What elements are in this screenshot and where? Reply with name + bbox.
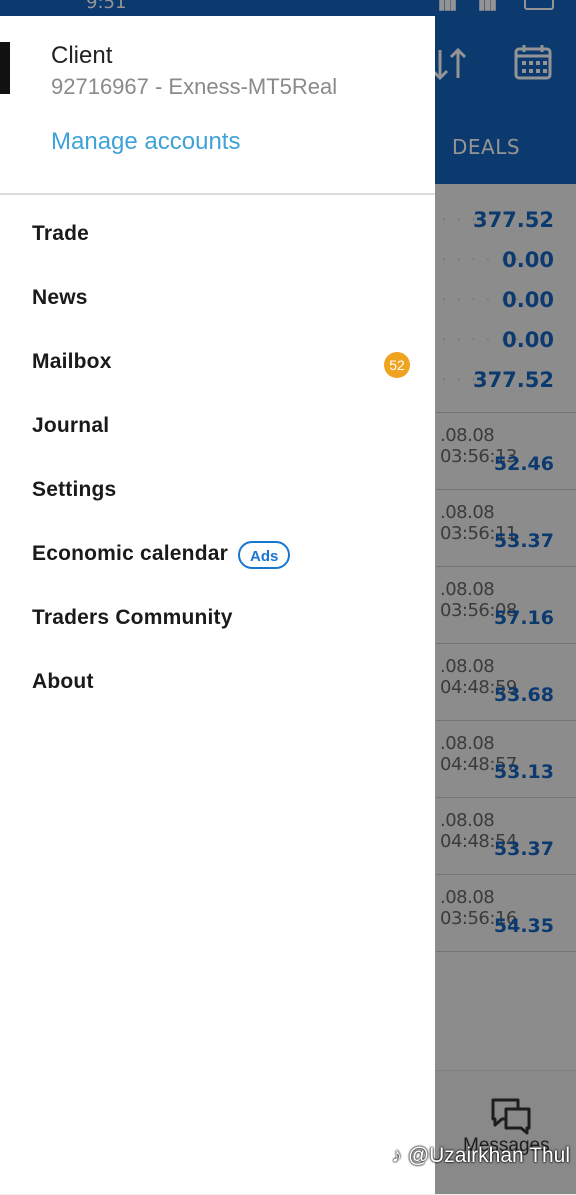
ads-tag: Ads <box>238 541 291 569</box>
menu-item-news[interactable]: News <box>0 270 435 330</box>
menu-item-trade[interactable]: Trade <box>0 206 435 266</box>
menu-item-label: Settings <box>32 478 117 501</box>
unread-count-badge: 52 <box>384 352 410 378</box>
menu-item-label: News <box>32 286 88 309</box>
navigation-drawer: Client 92716967 - Exness-MT5Real Manage … <box>0 16 435 1194</box>
menu-item-label: Mailbox <box>32 350 112 373</box>
account-name: Client <box>51 42 113 69</box>
account-number: 92716967 - Exness-MT5Real <box>51 74 338 99</box>
menu-item-traders-community[interactable]: Traders Community <box>0 590 435 650</box>
menu-item-label: Traders Community <box>32 606 233 629</box>
watermark: ♪ @Uzairkhan Thul <box>391 1144 570 1168</box>
divider <box>0 193 435 195</box>
menu-item-settings[interactable]: Settings <box>0 462 435 522</box>
menu-item-economic-calendar[interactable]: Economic calendar Ads <box>0 526 435 586</box>
avatar[interactable] <box>0 42 10 94</box>
tiktok-icon: ♪ <box>391 1144 402 1167</box>
menu-item-mailbox[interactable]: Mailbox 52 <box>0 334 435 394</box>
menu-item-journal[interactable]: Journal <box>0 398 435 458</box>
menu-item-label: Economic calendar <box>32 542 228 565</box>
menu-item-about[interactable]: About <box>0 654 435 714</box>
manage-accounts-link[interactable]: Manage accounts <box>51 128 240 156</box>
menu-item-label: About <box>32 670 94 693</box>
menu-item-label: Journal <box>32 414 110 437</box>
menu-item-label: Trade <box>32 222 90 245</box>
watermark-text: @Uzairkhan Thul <box>407 1144 570 1167</box>
